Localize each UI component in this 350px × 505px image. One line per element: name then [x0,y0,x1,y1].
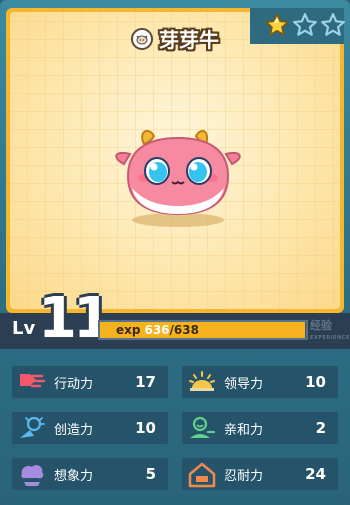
stat-label: 领导力 [224,376,264,392]
endurance-house-icon [188,462,216,488]
stat-endurance[interactable]: 忍耐力 24 [182,458,338,490]
stat-label: 亲和力 [224,422,264,438]
stat-value: 5 [145,465,156,483]
stat-label: 忍耐力 [224,468,264,484]
level-label: Lv [12,318,36,339]
level-number: 11 [38,286,112,351]
affinity-person-icon [190,416,216,438]
stat-value: 10 [305,373,326,391]
exp-max: 638 [173,323,199,337]
exp-tag-text: 经验 [310,319,332,332]
pet-cow-character[interactable] [110,122,245,232]
stat-value: 17 [135,373,156,391]
exp-tag-subtext: EXPERIENCE [310,335,350,341]
leadership-sun-icon [189,371,215,391]
stat-label: 创造力 [54,422,94,438]
stat-creativity[interactable]: 创造力 10 [12,412,168,444]
stat-affinity[interactable]: 亲和力 2 [182,412,338,444]
stat-label: 想象力 [54,468,94,484]
pet-name: 芽芽牛 [159,28,219,52]
exp-label: exp [116,323,141,337]
stat-imagination[interactable]: 想象力 5 [12,458,168,490]
stat-value: 24 [305,465,326,483]
exp-readout: exp 636/638 [116,323,199,337]
exp-progress-bar: exp 636/638 [98,320,308,340]
exp-current: 636 [144,323,170,337]
stat-value: 10 [135,419,156,437]
imagination-cloud-icon [21,465,44,486]
pet-name-row: 芽芽牛 [0,24,350,53]
stat-value: 2 [315,419,326,437]
exp-tag: 经验 EXPERIENCE [310,320,350,344]
cow-face-icon [131,27,153,50]
stat-action[interactable]: 行动力 17 [12,366,168,398]
action-dash-icon [20,374,46,388]
stat-leadership[interactable]: 领导力 10 [182,366,338,398]
creativity-bulb-icon [20,416,45,438]
stat-label: 行动力 [54,376,94,392]
